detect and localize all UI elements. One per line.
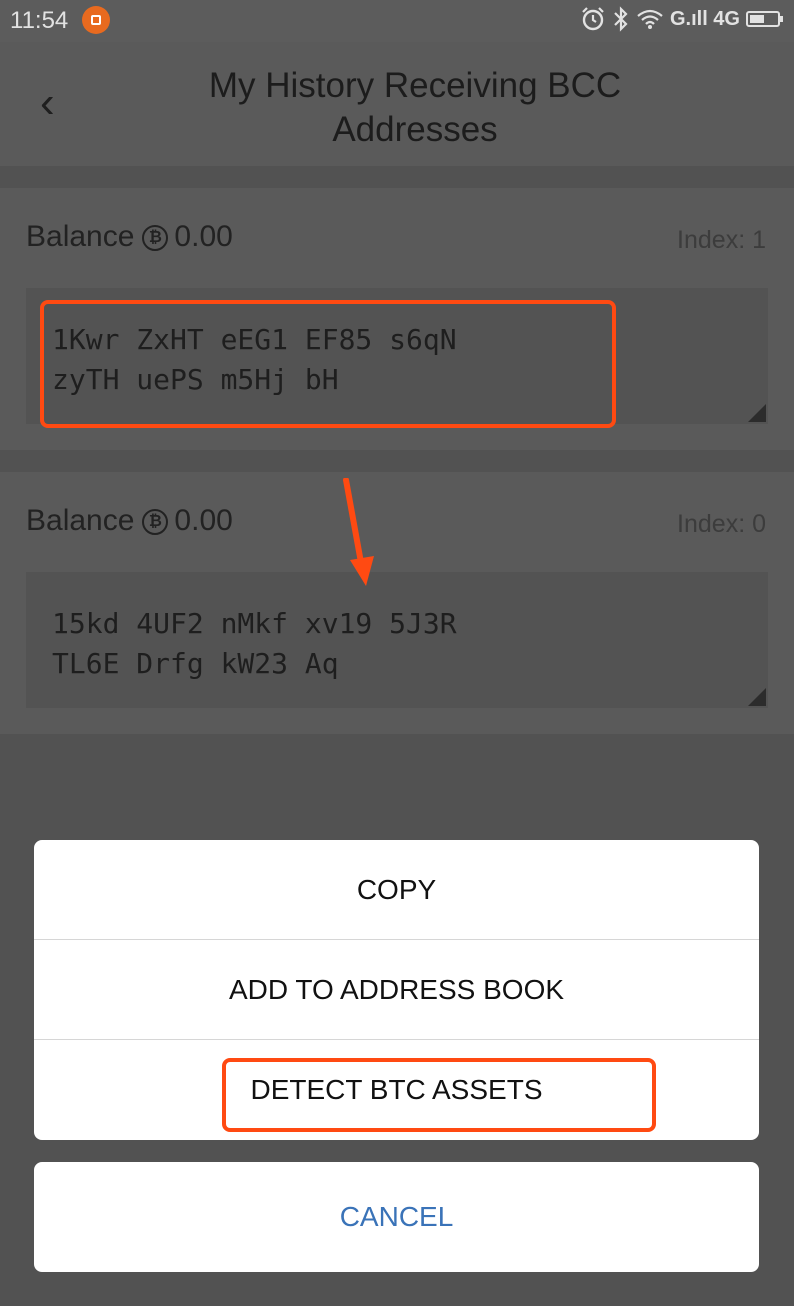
bluetooth-icon [614,6,628,32]
page-title: My History Receiving BCC Addresses [208,66,622,149]
battery-icon [746,11,783,27]
section-divider [0,450,794,472]
address-field[interactable]: 15kd 4UF2 nMkf xv19 5J3R TL6E Drfg kW23 … [26,572,768,708]
notification-icon [82,6,110,34]
annotation-highlight-detect [222,1058,656,1132]
address-line-2: TL6E Drfg kW23 Aq [52,647,339,680]
copy-button[interactable]: COPY [34,840,759,939]
annotation-highlight-address [40,300,616,428]
address-index: Index: 0 [677,510,766,538]
balance-value: 0.00 [174,220,233,253]
cancel-button[interactable]: CANCEL [34,1162,759,1272]
bitcoin-coin-icon: ₿ [142,225,169,252]
status-icons: G.ıll 4G [580,6,783,32]
app-header: ‹ My History Receiving BCC Addresses [0,42,794,166]
alarm-icon [582,7,604,31]
address-text[interactable]: 15kd 4UF2 nMkf xv19 5J3R TL6E Drfg kW23 … [52,604,612,684]
section-divider [0,166,794,188]
balance-label: Balance [26,220,135,253]
balance-row: Balance ₿ 0.00 [26,504,233,538]
balance-row: Balance ₿ 0.00 [26,220,233,254]
wifi-icon [637,9,663,29]
address-card[interactable]: Balance ₿ 0.00 Index: 0 15kd 4UF2 nMkf xv1… [0,472,794,734]
annotation-arrow-icon [343,478,374,586]
balance-label: Balance [26,504,135,537]
resize-grip-icon [748,404,766,422]
add-to-address-book-button[interactable]: ADD TO ADDRESS BOOK [34,940,759,1039]
status-bar: 11:54 G.ıll 4G [0,0,794,42]
balance-value: 0.00 [174,504,233,537]
status-time: 11:54 [10,7,69,34]
signal-text: G.ıll 4G [669,7,740,30]
bitcoin-coin-icon: ₿ [142,509,169,536]
back-arrow-icon[interactable]: ‹ [40,78,80,128]
resize-grip-icon [748,688,766,706]
address-line-1: 15kd 4UF2 nMkf xv19 5J3R [52,607,457,640]
address-index: Index: 1 [677,226,766,254]
